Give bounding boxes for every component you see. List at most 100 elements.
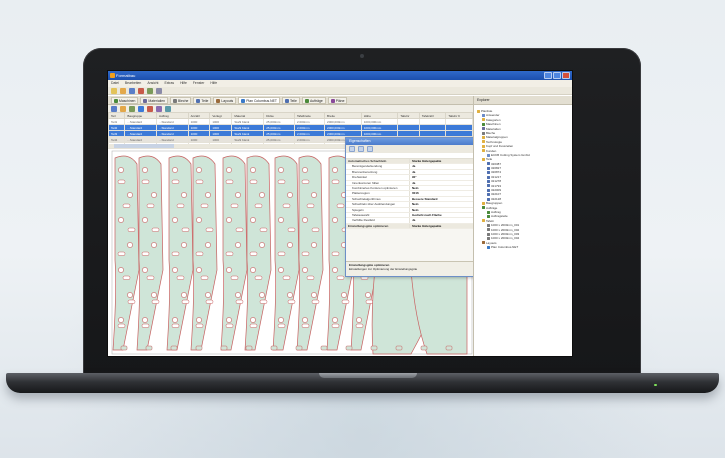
print-icon[interactable] bbox=[156, 88, 162, 94]
nested-part bbox=[220, 155, 248, 351]
tab-1[interactable]: Materialien bbox=[140, 97, 168, 104]
menu-item[interactable]: Hilfe bbox=[180, 80, 187, 87]
part-hole bbox=[118, 217, 124, 223]
menu-item[interactable]: Extras bbox=[164, 80, 174, 87]
part-hole bbox=[118, 167, 124, 173]
categorized-icon[interactable] bbox=[349, 146, 355, 152]
part-hole bbox=[302, 317, 308, 323]
part-slot bbox=[195, 251, 204, 256]
property-key: Bereinigenderkendung bbox=[352, 164, 383, 169]
tab-5[interactable]: Plan Columbus.NET bbox=[238, 97, 280, 104]
part-slot bbox=[336, 275, 345, 280]
delete-icon[interactable] bbox=[138, 88, 144, 94]
explorer-tree: Planliste Anwender Kategorien Maschinen Mate… bbox=[473, 105, 572, 356]
part-hole bbox=[151, 292, 157, 298]
tree-item-label: ECKB Cutting System GmbH bbox=[491, 152, 530, 157]
tab-8[interactable]: Pläne bbox=[327, 97, 348, 104]
part-slot bbox=[277, 179, 286, 184]
alphabetical-icon[interactable] bbox=[358, 146, 364, 152]
tab-label: Maschinen bbox=[119, 98, 136, 103]
part-slot bbox=[235, 299, 244, 304]
part-slot bbox=[225, 323, 234, 328]
toolbar bbox=[108, 87, 572, 95]
part-slot bbox=[195, 179, 204, 184]
tab-4[interactable]: Layouts bbox=[213, 97, 237, 104]
part-slot bbox=[287, 227, 296, 232]
part-hole bbox=[259, 242, 265, 248]
tab-label: Layouts bbox=[221, 98, 234, 103]
tab-6[interactable]: Teile bbox=[281, 97, 300, 104]
open-icon[interactable] bbox=[120, 88, 126, 94]
part-slot bbox=[249, 251, 258, 256]
part-slot bbox=[117, 323, 126, 328]
part-slot bbox=[331, 179, 340, 184]
part-slot bbox=[230, 203, 239, 208]
part-hole bbox=[172, 267, 178, 273]
part-slot bbox=[127, 299, 136, 304]
tree-node-icon bbox=[487, 166, 490, 170]
menu-item[interactable]: Hilfe bbox=[210, 80, 217, 87]
tab-3[interactable]: Teile bbox=[193, 97, 212, 104]
property-key: Schachteln über Ausblendungen bbox=[352, 202, 396, 207]
part-hole bbox=[151, 192, 157, 198]
part-slot bbox=[225, 251, 234, 256]
tab-2[interactable]: Bleche bbox=[170, 97, 192, 104]
tab-icon bbox=[143, 98, 148, 103]
part-hole bbox=[302, 167, 308, 173]
properties-icon[interactable] bbox=[367, 146, 373, 152]
new-icon[interactable] bbox=[111, 88, 117, 94]
minimize-button[interactable] bbox=[544, 72, 552, 79]
save-icon[interactable] bbox=[129, 88, 135, 94]
tree-node-icon bbox=[482, 136, 485, 140]
property-key: Verfüllte Restfeld bbox=[352, 218, 375, 223]
tab-icon bbox=[196, 98, 201, 103]
tab-label: Aufträge bbox=[309, 98, 323, 103]
small-part bbox=[270, 345, 278, 351]
part-slot bbox=[181, 227, 190, 232]
tab-7[interactable]: Aufträge bbox=[301, 97, 326, 104]
part-slot bbox=[151, 227, 160, 232]
menu-item[interactable]: Ansicht bbox=[147, 80, 158, 87]
tab-0[interactable]: Maschinen bbox=[111, 97, 139, 104]
part-slot bbox=[311, 299, 320, 304]
part-slot bbox=[200, 275, 209, 280]
part-slot bbox=[259, 227, 268, 232]
menu-item[interactable]: Datei bbox=[111, 80, 119, 87]
tree-node-icon bbox=[482, 131, 485, 135]
small-part bbox=[220, 345, 228, 351]
maximize-button[interactable] bbox=[553, 72, 561, 79]
part-hole bbox=[311, 292, 317, 298]
nested-part bbox=[136, 155, 164, 351]
refresh-icon[interactable] bbox=[147, 88, 153, 94]
part-hole bbox=[365, 292, 371, 298]
part-slot bbox=[259, 299, 268, 304]
close-button[interactable] bbox=[562, 72, 570, 79]
small-part bbox=[170, 345, 178, 351]
tree-item[interactable]: Plan Columbus.NET bbox=[474, 245, 572, 249]
small-part bbox=[370, 345, 378, 351]
part-hole bbox=[332, 317, 338, 323]
tree-node-icon bbox=[487, 188, 490, 192]
tab-label: Pläne bbox=[335, 98, 345, 103]
part-slot bbox=[146, 275, 155, 280]
part-slot bbox=[195, 323, 204, 328]
part-hole bbox=[287, 242, 293, 248]
tree-node-icon bbox=[487, 232, 490, 236]
tree-node-icon bbox=[482, 157, 485, 161]
tree-node-icon bbox=[487, 162, 490, 166]
part-hole bbox=[250, 217, 256, 223]
part-slot bbox=[176, 203, 185, 208]
part-hole bbox=[332, 217, 338, 223]
menu-item[interactable]: Bearbeiten bbox=[125, 80, 141, 87]
sub-toolbar bbox=[108, 105, 473, 112]
part-hole bbox=[250, 267, 256, 273]
part-slot bbox=[331, 323, 340, 328]
tree-node-icon bbox=[487, 153, 490, 157]
part-hole bbox=[118, 267, 124, 273]
small-part bbox=[420, 345, 428, 351]
menu-item[interactable]: Fenster bbox=[193, 80, 205, 87]
nested-part bbox=[166, 155, 194, 351]
nested-part bbox=[244, 155, 272, 351]
part-hole bbox=[287, 192, 293, 198]
tab-icon bbox=[284, 98, 289, 103]
